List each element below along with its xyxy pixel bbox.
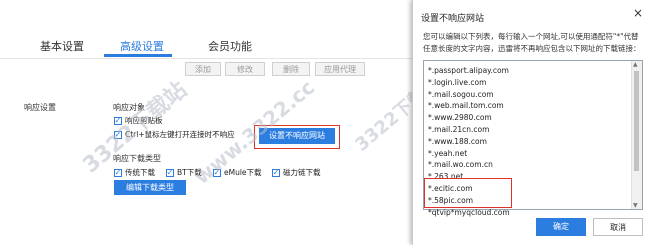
dialog-title: 设置不响应网站 (421, 14, 485, 24)
magnet-download-label: 磁力链下载 (283, 168, 321, 177)
site-list-item: *qtvip*myqcloud.com (428, 207, 510, 217)
response-target-title: 响应对象 (113, 103, 145, 112)
magnet-download-option[interactable]: ✓ 磁力链下载 (272, 167, 321, 178)
traditional-download-label: 传统下载 (125, 168, 155, 177)
site-list-item: *.www.188.com (428, 136, 487, 146)
tab-basic-settings[interactable]: 基本设置 (40, 38, 84, 54)
edit-button[interactable]: 修改 (225, 62, 265, 76)
response-settings-label: 响应设置 (24, 103, 56, 112)
traditional-download-checkbox[interactable]: ✓ (114, 168, 122, 177)
clipboard-label: 响应剪贴板 (125, 116, 163, 125)
download-types-title: 响应下载类型 (113, 154, 161, 163)
site-list-item: *.web.mail.tom.com (428, 101, 504, 111)
cancel-button[interactable]: 取消 (593, 218, 643, 236)
site-list-item: *.mail.wo.com.cn (428, 160, 493, 170)
site-list-item: *.mail.sogou.com (428, 89, 494, 99)
ok-button[interactable]: 确定 (536, 218, 586, 236)
emule-download-label: eMule下载 (224, 168, 262, 177)
ctrl-click-label: Ctrl+鼠标左键打开连接时不响应 (125, 130, 235, 139)
scroll-up-icon[interactable]: ▲ (633, 61, 638, 68)
ctrl-click-option[interactable]: ✓ Ctrl+鼠标左键打开连接时不响应 (114, 129, 235, 140)
tab-member-features[interactable]: 会员功能 (208, 38, 252, 54)
clipboard-option[interactable]: ✓ 响应剪贴板 (114, 115, 163, 126)
clipboard-checkbox[interactable]: ✓ (114, 116, 122, 125)
site-list-item: *.login.live.com (428, 77, 487, 87)
highlight-box-entries (424, 178, 512, 208)
close-icon[interactable]: × (633, 6, 643, 20)
set-nonresponse-sites-button[interactable]: 设置不响应网站 (259, 128, 335, 144)
apply-proxy-button[interactable]: 应用代理 (315, 62, 365, 76)
ctrl-click-checkbox[interactable]: ✓ (114, 130, 122, 139)
emule-download-checkbox[interactable]: ✓ (213, 168, 221, 177)
emule-download-option[interactable]: ✓ eMule下载 (213, 167, 262, 178)
edit-download-types-button[interactable]: 编辑下载类型 (114, 180, 186, 195)
list-scrollbar[interactable]: ▲ ▼ (631, 61, 642, 209)
site-list-item: *.mail.21cn.com (428, 124, 490, 134)
settings-panel: 基本设置 高级设置 会员功能 添加 修改 删除 应用代理 响应设置 响应对象 ✓… (0, 0, 445, 245)
scroll-down-icon[interactable]: ▼ (633, 202, 638, 209)
scrollbar-thumb[interactable] (634, 71, 639, 171)
active-tab-indicator (104, 54, 172, 57)
bt-download-checkbox[interactable]: ✓ (166, 168, 174, 177)
tab-advanced-settings[interactable]: 高级设置 (120, 38, 164, 54)
site-list-item: *.passport.alipay.com (428, 66, 509, 75)
nonresponse-sites-dialog: 设置不响应网站 × 您可以编辑以下列表，每行输入一个网址,可以使用通配符"*"代… (412, 0, 650, 245)
tab-bar: 基本设置 高级设置 会员功能 (0, 0, 412, 59)
site-list-item: *.www.2980.com (428, 113, 492, 123)
magnet-download-checkbox[interactable]: ✓ (272, 168, 280, 177)
site-list-item: *.yeah.net (428, 148, 468, 158)
delete-button[interactable]: 删除 (272, 62, 310, 76)
traditional-download-option[interactable]: ✓ 传统下载 (114, 167, 155, 178)
add-button[interactable]: 添加 (185, 62, 221, 76)
bt-download-label: BT下载 (177, 168, 202, 177)
dialog-description: 您可以编辑以下列表，每行输入一个网址,可以使用通配符"*"代替任意长度的文字内容… (423, 32, 641, 53)
bt-download-option[interactable]: ✓ BT下载 (166, 167, 202, 178)
